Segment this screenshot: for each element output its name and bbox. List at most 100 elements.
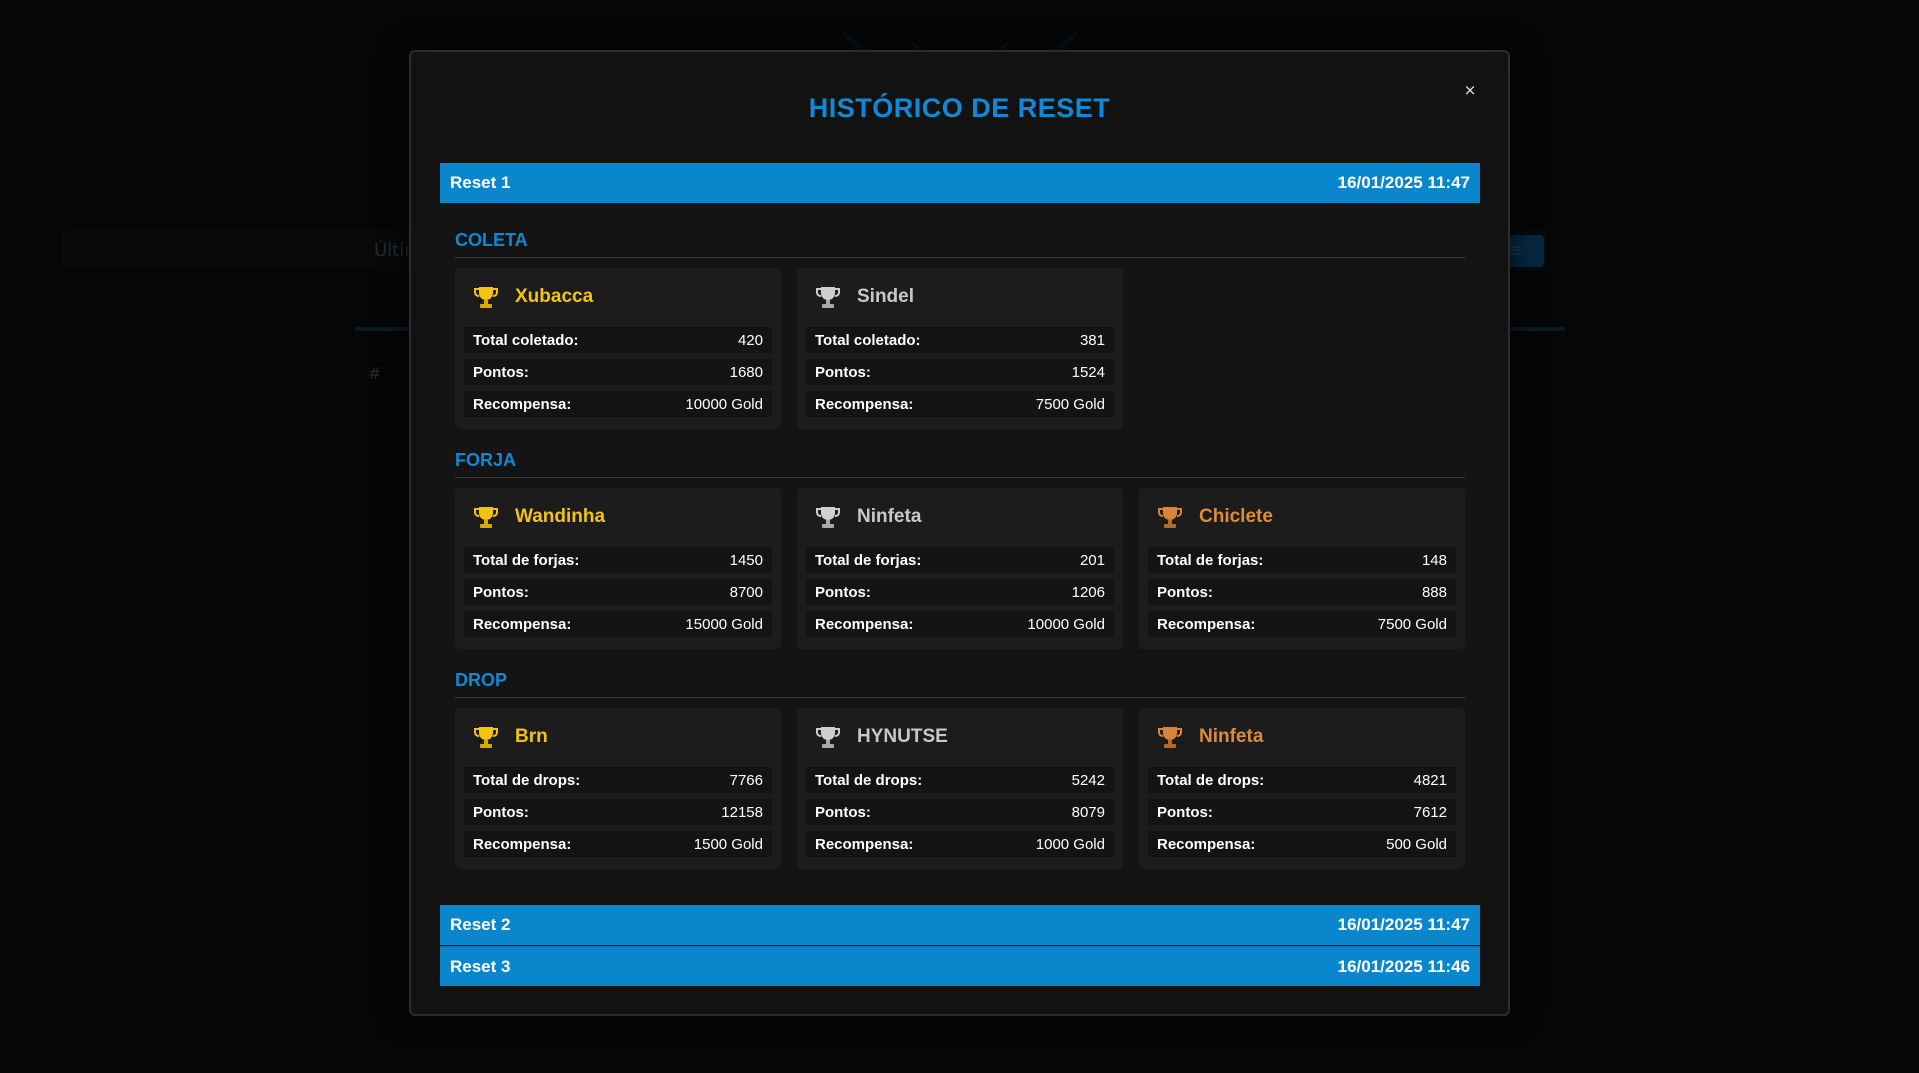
- stat-value: 8079: [1071, 803, 1105, 821]
- stat-value: 1450: [729, 551, 763, 569]
- stat-row: Total de drops: 5242: [806, 767, 1114, 793]
- section-divider: [455, 477, 1465, 478]
- gold-trophy-icon: [474, 507, 498, 528]
- stat-row: Total de drops: 7766: [464, 767, 772, 793]
- section-title-coleta: COLETA: [455, 230, 528, 250]
- stat-value: 1000 Gold: [1035, 835, 1105, 853]
- stat-value: 888: [1421, 583, 1447, 601]
- stat-label: Recompensa:: [473, 395, 572, 413]
- stat-value: 420: [737, 331, 763, 349]
- reset-header-1[interactable]: Reset 1 16/01/2025 11:47: [440, 163, 1480, 203]
- stat-value: 7500 Gold: [1377, 615, 1447, 633]
- silver-trophy-icon: [816, 727, 840, 748]
- stat-row: Recompensa: 500 Gold: [1148, 831, 1456, 857]
- stat-row: Total de forjas: 201: [806, 547, 1114, 573]
- stat-row: Pontos: 12158: [464, 799, 772, 825]
- ranking-card-gold: Wandinha Total de forjas: 1450 Pontos: 8…: [455, 488, 781, 649]
- stat-value: 1206: [1071, 583, 1105, 601]
- bronze-trophy-icon: [1158, 727, 1182, 748]
- stat-row: Total de forjas: 148: [1148, 547, 1456, 573]
- stat-label: Pontos:: [1157, 583, 1213, 601]
- stat-value: 7612: [1413, 803, 1447, 821]
- stat-label: Total de forjas:: [815, 551, 922, 569]
- stat-row: Pontos: 1524: [806, 359, 1114, 385]
- page-overlay: Últim ≡ # × HISTÓRICO DE RESET Reset 1 1…: [0, 0, 1919, 1073]
- ranking-card-silver: Sindel Total coletado: 381 Pontos: 1524 …: [797, 268, 1123, 429]
- stat-label: Recompensa:: [815, 615, 914, 633]
- silver-trophy-icon: [816, 507, 840, 528]
- stat-label: Total de forjas:: [1157, 551, 1264, 569]
- reset-date: 16/01/2025 11:47: [1337, 915, 1470, 934]
- stat-value: 15000 Gold: [685, 615, 763, 633]
- stat-label: Total de drops:: [1157, 771, 1265, 789]
- stat-label: Pontos:: [473, 803, 529, 821]
- stat-row: Recompensa: 1500 Gold: [464, 831, 772, 857]
- stat-label: Pontos:: [815, 803, 871, 821]
- section-title-forja: FORJA: [455, 450, 517, 470]
- player-name: HYNUTSE: [857, 726, 948, 747]
- stat-value: 500 Gold: [1386, 835, 1447, 853]
- player-name: Xubacca: [515, 286, 594, 307]
- stat-value: 148: [1421, 551, 1447, 569]
- stat-value: 10000 Gold: [1027, 615, 1105, 633]
- stat-value: 5242: [1071, 771, 1105, 789]
- stat-row: Recompensa: 10000 Gold: [464, 391, 772, 417]
- stat-row: Pontos: 7612: [1148, 799, 1456, 825]
- stat-value: 1680: [729, 363, 763, 381]
- stat-row: Total de drops: 4821: [1148, 767, 1456, 793]
- stat-value: 7500 Gold: [1035, 395, 1105, 413]
- reset-label: Reset 1: [450, 173, 511, 192]
- stat-value: 381: [1079, 331, 1105, 349]
- stat-row: Pontos: 1206: [806, 579, 1114, 605]
- background-table-header: #: [368, 364, 382, 383]
- reset-label: Reset 3: [450, 956, 511, 976]
- reset-date: 16/01/2025 11:47: [1337, 173, 1470, 192]
- stat-value: 4821: [1413, 771, 1447, 789]
- reset-header-3[interactable]: Reset 3 16/01/2025 11:46: [440, 946, 1480, 986]
- reset-panel-1: COLETA Xubacca Total coletado: 420 Ponto…: [440, 203, 1480, 905]
- stat-label: Pontos:: [473, 583, 529, 601]
- stat-label: Pontos:: [815, 363, 871, 381]
- reset-header-2[interactable]: Reset 2 16/01/2025 11:47: [440, 905, 1480, 945]
- player-name: Ninfeta: [1199, 726, 1264, 747]
- stat-label: Total coletado:: [473, 331, 579, 349]
- stat-row: Recompensa: 7500 Gold: [1148, 611, 1456, 637]
- stat-label: Pontos:: [1157, 803, 1213, 821]
- reset-label: Reset 2: [450, 915, 511, 934]
- stat-label: Recompensa:: [1157, 835, 1256, 853]
- gold-trophy-icon: [474, 727, 498, 748]
- stat-row: Pontos: 1680: [464, 359, 772, 385]
- stat-value: 12158: [721, 803, 763, 821]
- section-title-drop: DROP: [455, 670, 508, 690]
- stat-label: Recompensa:: [815, 835, 914, 853]
- stat-row: Pontos: 888: [1148, 579, 1456, 605]
- ranking-card-silver: Ninfeta Total de forjas: 201 Pontos: 120…: [797, 488, 1123, 649]
- stat-value: 10000 Gold: [685, 395, 763, 413]
- stat-value: 8700: [729, 583, 763, 601]
- stat-row: Recompensa: 10000 Gold: [806, 611, 1114, 637]
- ranking-card-gold: Xubacca Total coletado: 420 Pontos: 1680…: [455, 268, 781, 429]
- stat-label: Recompensa:: [473, 615, 572, 633]
- stat-row: Recompensa: 7500 Gold: [806, 391, 1114, 417]
- stat-row: Recompensa: 15000 Gold: [464, 611, 772, 637]
- ranking-card-gold: Brn Total de drops: 7766 Pontos: 12158 R…: [455, 708, 781, 869]
- stat-row: Pontos: 8700: [464, 579, 772, 605]
- player-name: Wandinha: [515, 506, 606, 527]
- gold-trophy-icon: [474, 287, 498, 308]
- stat-label: Total de drops:: [815, 771, 923, 789]
- stat-value: 7766: [729, 771, 763, 789]
- stat-row: Total coletado: 381: [806, 327, 1114, 353]
- stat-label: Total de drops:: [473, 771, 581, 789]
- section-divider: [455, 257, 1465, 258]
- stat-label: Recompensa:: [473, 835, 572, 853]
- modal-title: HISTÓRICO DE RESET: [808, 93, 1111, 123]
- stat-label: Pontos:: [473, 363, 529, 381]
- stat-row: Total de forjas: 1450: [464, 547, 772, 573]
- player-name: Ninfeta: [857, 506, 922, 527]
- ranking-card-bronze: Chiclete Total de forjas: 148 Pontos: 88…: [1139, 488, 1465, 649]
- stat-value: 1500 Gold: [693, 835, 763, 853]
- stat-row: Recompensa: 1000 Gold: [806, 831, 1114, 857]
- stat-label: Total coletado:: [815, 331, 921, 349]
- bronze-trophy-icon: [1158, 507, 1182, 528]
- stat-label: Recompensa:: [1157, 615, 1256, 633]
